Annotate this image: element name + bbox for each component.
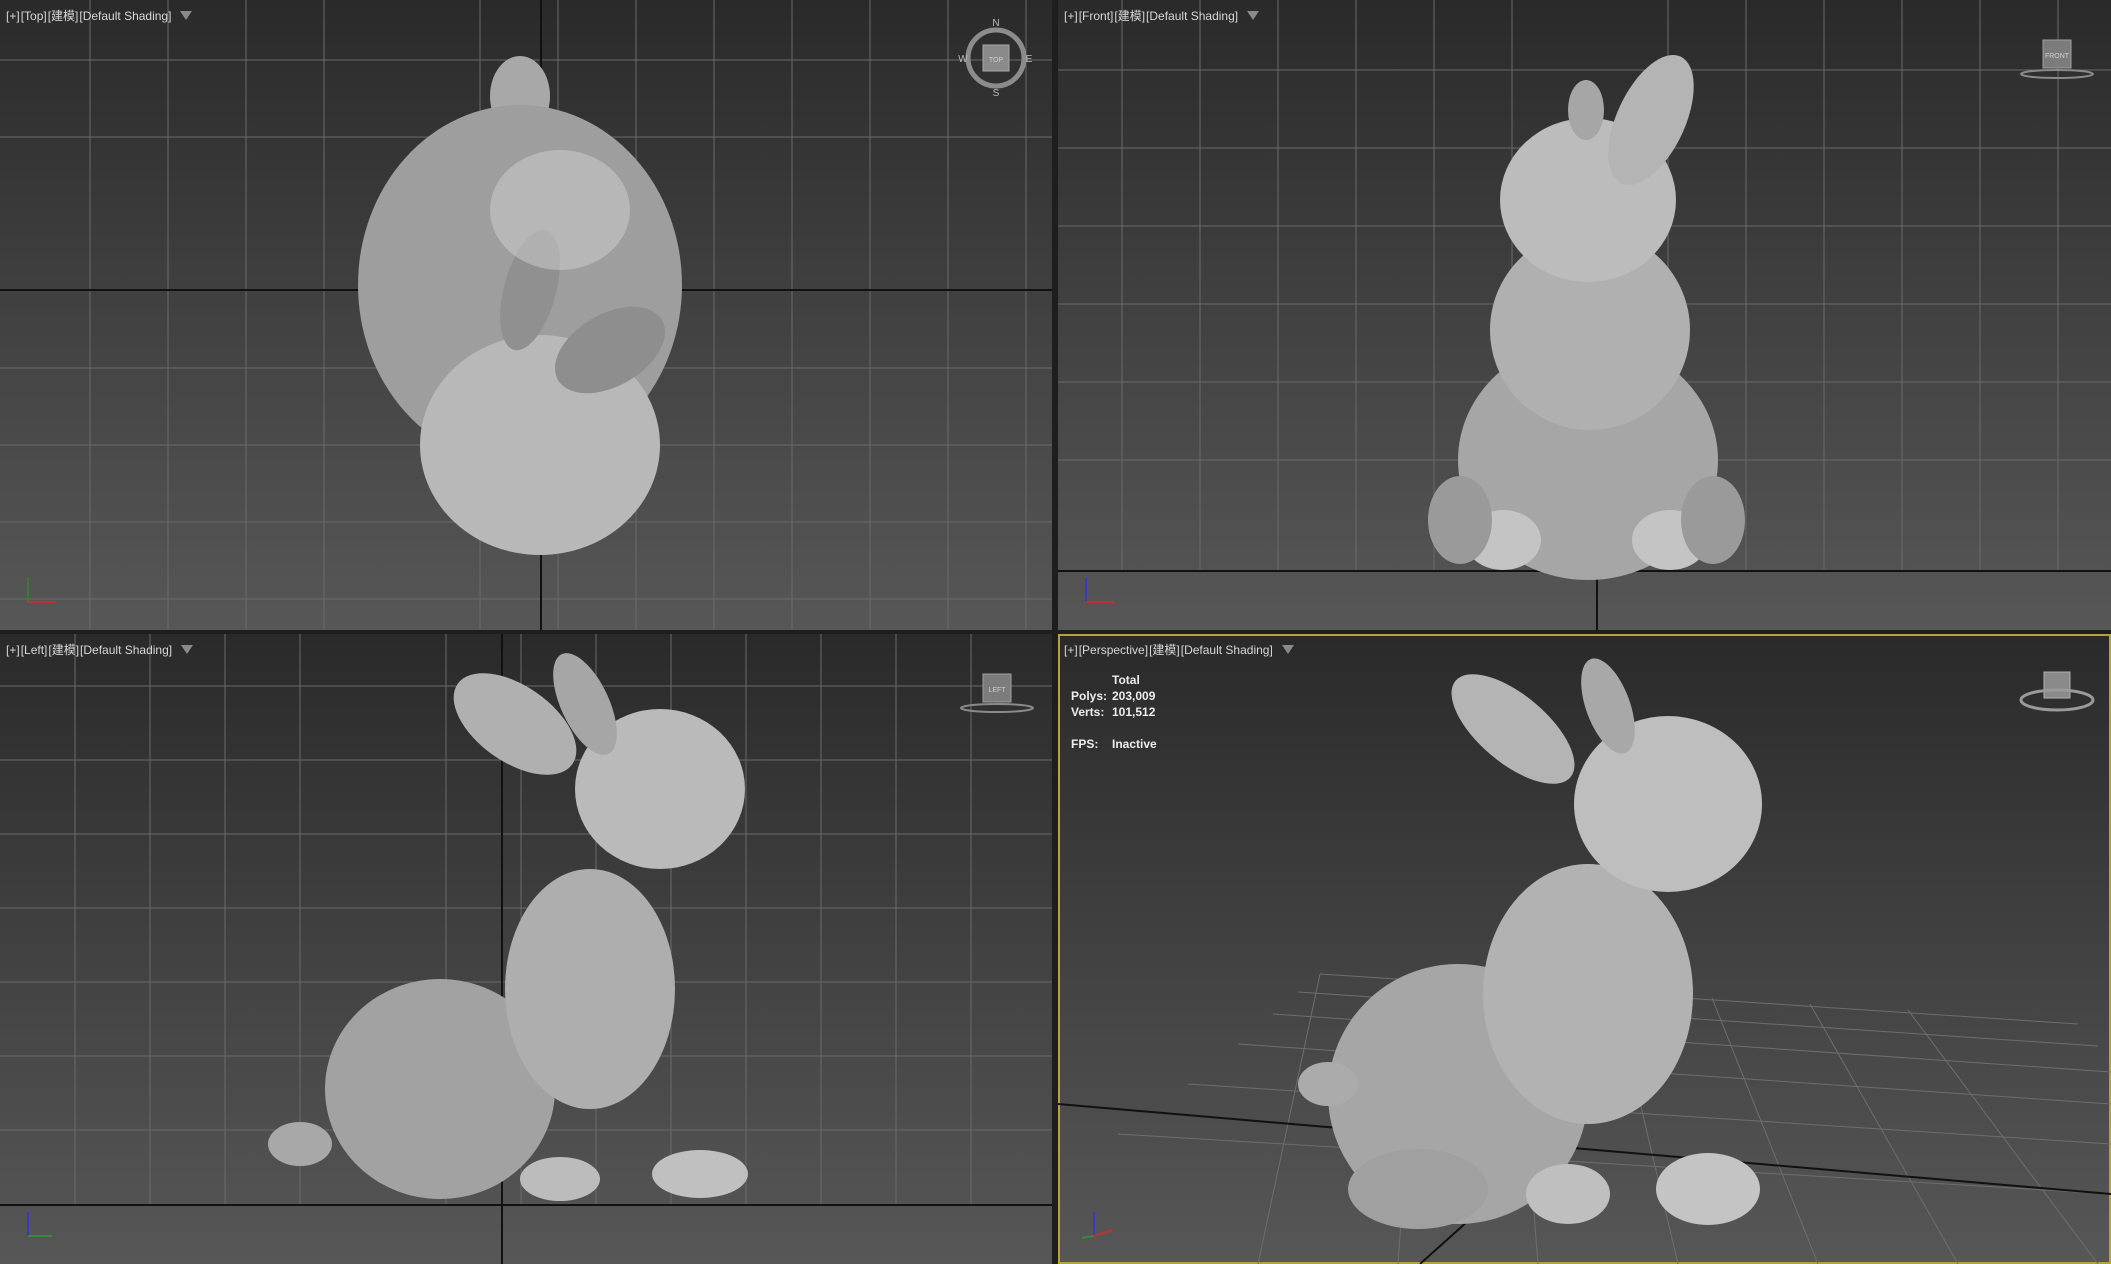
bunny-model[interactable] xyxy=(268,644,748,1201)
viewcube-icon[interactable]: FRONT xyxy=(2016,36,2096,82)
shading-button[interactable]: [Default Shading] xyxy=(80,643,172,657)
viewcube-icon[interactable]: LEFT xyxy=(956,670,1036,716)
compass-icon[interactable]: TOP N S E W xyxy=(958,18,1034,98)
filter-icon[interactable] xyxy=(1247,11,1260,20)
viewport-menu-button[interactable]: [+] xyxy=(6,9,20,23)
bunny-model[interactable] xyxy=(1298,651,1762,1229)
viewport-menu-button[interactable]: [+] xyxy=(6,643,20,657)
view-name-button[interactable]: [Left] xyxy=(21,643,48,657)
view-name-button[interactable]: [Top] xyxy=(21,9,47,23)
viewport-label-perspective: [+] [Perspective] [建模] [Default Shading] xyxy=(1064,641,1294,658)
stats-header: Total xyxy=(1112,673,1140,687)
svg-text:N: N xyxy=(992,18,999,29)
front-view-scene xyxy=(1058,0,2111,630)
polys-label: Polys: xyxy=(1071,689,1108,703)
viewcube-icon[interactable] xyxy=(2016,668,2096,718)
viewport-menu-button[interactable]: [+] xyxy=(1064,643,1078,657)
viewport-left[interactable]: [+] [Left] [建模] [Default Shading] LEFT xyxy=(0,634,1052,1264)
fps-label: FPS: xyxy=(1071,737,1099,751)
mode-button[interactable]: [建模] xyxy=(48,7,79,24)
perspective-view-scene xyxy=(1058,651,2111,1264)
axis-tripod-icon xyxy=(1081,1212,1113,1239)
viewport-label-top: [+] [Top] [建模] [Default Shading] xyxy=(6,7,193,24)
view-name-button[interactable]: [Front] xyxy=(1079,9,1114,23)
viewport-top[interactable]: [+] [Top] [建模] [Default Shading] TOP N S… xyxy=(0,0,1052,630)
axis-tripod-icon xyxy=(27,578,56,603)
viewport-perspective[interactable]: [+] [Perspective] [建模] [Default Shading]… xyxy=(1058,634,2111,1264)
svg-text:FRONT: FRONT xyxy=(2045,53,2070,60)
mode-button[interactable]: [建模] xyxy=(1114,7,1145,24)
bunny-model[interactable] xyxy=(1428,42,1745,580)
fps-value: Inactive xyxy=(1112,737,1157,751)
filter-icon[interactable] xyxy=(1281,645,1294,654)
polys-value: 203,009 xyxy=(1112,689,1156,703)
shading-button[interactable]: [Default Shading] xyxy=(79,9,171,23)
svg-text:TOP: TOP xyxy=(989,57,1004,64)
viewport-front[interactable]: [+] [Front] [建模] [Default Shading] FRONT xyxy=(1058,0,2111,630)
left-view-scene xyxy=(0,634,1052,1264)
viewport-label-front: [+] [Front] [建模] [Default Shading] xyxy=(1064,7,1260,24)
mode-button[interactable]: [建模] xyxy=(48,641,79,658)
verts-value: 101,512 xyxy=(1112,705,1156,719)
filter-icon[interactable] xyxy=(181,645,194,654)
svg-text:W: W xyxy=(958,54,968,65)
bunny-model[interactable] xyxy=(358,56,682,555)
view-name-button[interactable]: [Perspective] xyxy=(1079,643,1148,657)
filter-icon[interactable] xyxy=(180,11,193,20)
mode-button[interactable]: [建模] xyxy=(1149,641,1180,658)
shading-button[interactable]: [Default Shading] xyxy=(1146,9,1238,23)
viewport-label-left: [+] [Left] [建模] [Default Shading] xyxy=(6,641,194,658)
viewport-menu-button[interactable]: [+] xyxy=(1064,9,1078,23)
statistics-overlay: Total Polys: 203,009 Verts: 101,512 FPS: In… xyxy=(1071,672,1157,752)
top-view-scene xyxy=(0,0,1052,630)
svg-text:S: S xyxy=(993,88,1000,98)
axis-tripod-icon xyxy=(1085,578,1114,603)
shading-button[interactable]: [Default Shading] xyxy=(1181,643,1273,657)
axis-tripod-icon xyxy=(27,1212,52,1237)
verts-label: Verts: xyxy=(1071,705,1105,719)
svg-text:E: E xyxy=(1026,54,1033,65)
svg-text:LEFT: LEFT xyxy=(988,687,1006,694)
